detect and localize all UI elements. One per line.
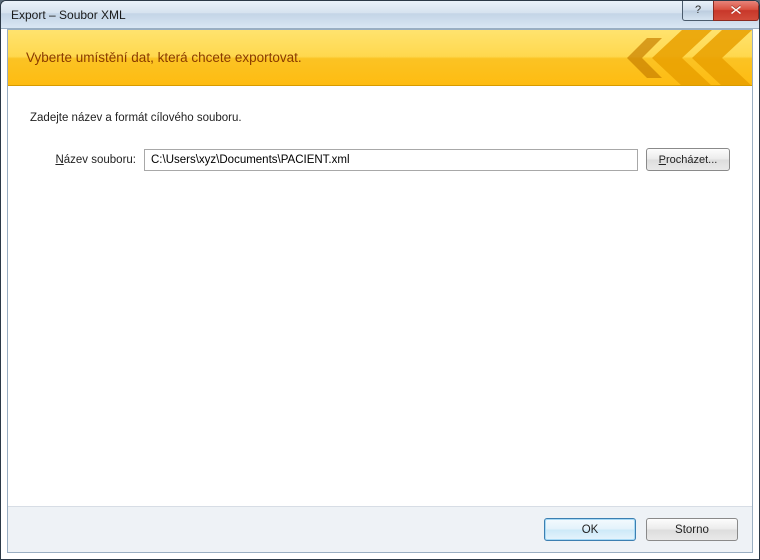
window-controls: ? bbox=[682, 1, 759, 21]
arrows-icon bbox=[532, 30, 752, 86]
close-icon bbox=[730, 5, 742, 15]
instruction-text: Zadejte název a formát cílového souboru. bbox=[30, 112, 730, 124]
filename-input[interactable] bbox=[144, 149, 638, 171]
header-band: Vyberte umístění dat, která chcete expor… bbox=[8, 30, 752, 86]
browse-button[interactable]: Procházet... bbox=[646, 148, 730, 171]
close-button[interactable] bbox=[713, 1, 759, 21]
export-xml-dialog: Export – Soubor XML ? Vyberte umístění d… bbox=[0, 0, 760, 560]
content-area: Zadejte název a formát cílového souboru.… bbox=[8, 86, 752, 506]
ok-button[interactable]: OK bbox=[544, 518, 636, 541]
titlebar[interactable]: Export – Soubor XML ? bbox=[1, 1, 759, 29]
header-arrows-decoration bbox=[532, 30, 752, 86]
help-button[interactable]: ? bbox=[682, 1, 714, 21]
dialog-panel: Vyberte umístění dat, která chcete expor… bbox=[7, 29, 753, 553]
header-heading: Vyberte umístění dat, která chcete expor… bbox=[26, 50, 302, 65]
filename-label: Název souboru: bbox=[30, 154, 136, 166]
cancel-button[interactable]: Storno bbox=[646, 518, 738, 541]
dialog-footer: OK Storno bbox=[8, 506, 752, 552]
window-title: Export – Soubor XML bbox=[11, 8, 682, 22]
help-icon: ? bbox=[695, 4, 701, 16]
filename-row: Název souboru: Procházet... bbox=[30, 148, 730, 171]
